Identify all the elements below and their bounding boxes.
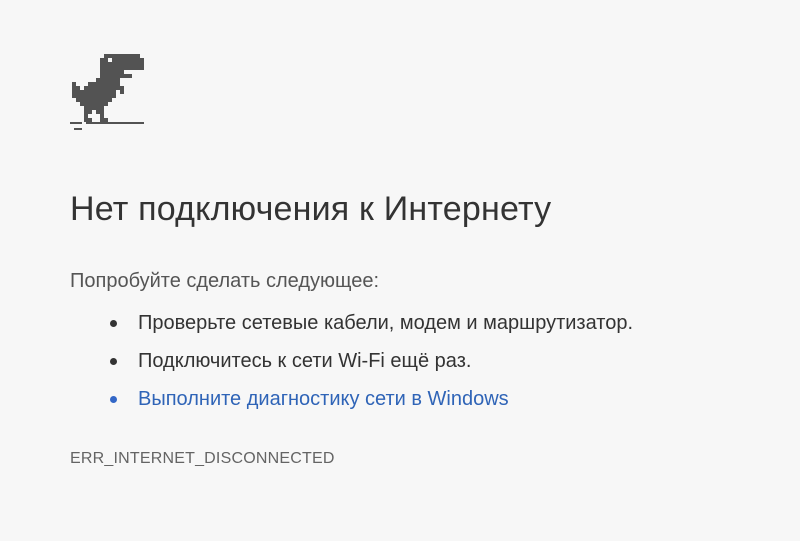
bullet-icon <box>110 396 117 403</box>
bullet-icon <box>110 358 117 365</box>
page-title: Нет подключения к Интернету <box>70 190 552 228</box>
offline-dino-icon <box>70 54 144 130</box>
suggestions-list: Проверьте сетевые кабели, модем и маршру… <box>70 306 633 420</box>
list-item: Подключитесь к сети Wi-Fi ещё раз. <box>70 344 633 382</box>
error-page: Нет подключения к Интернету Попробуйте с… <box>0 0 800 541</box>
suggestion-text: Подключитесь к сети Wi-Fi ещё раз. <box>138 350 472 372</box>
error-code: ERR_INTERNET_DISCONNECTED <box>70 450 335 467</box>
bullet-icon <box>110 320 117 327</box>
suggestion-text: Проверьте сетевые кабели, модем и маршру… <box>138 312 634 334</box>
network-diagnostics-link[interactable]: Выполните диагностику сети в Windows <box>138 388 509 410</box>
list-item: Проверьте сетевые кабели, модем и маршру… <box>70 306 633 344</box>
suggestions-header: Попробуйте сделать следующее: <box>70 270 380 292</box>
list-item: Выполните диагностику сети в Windows <box>70 382 633 420</box>
